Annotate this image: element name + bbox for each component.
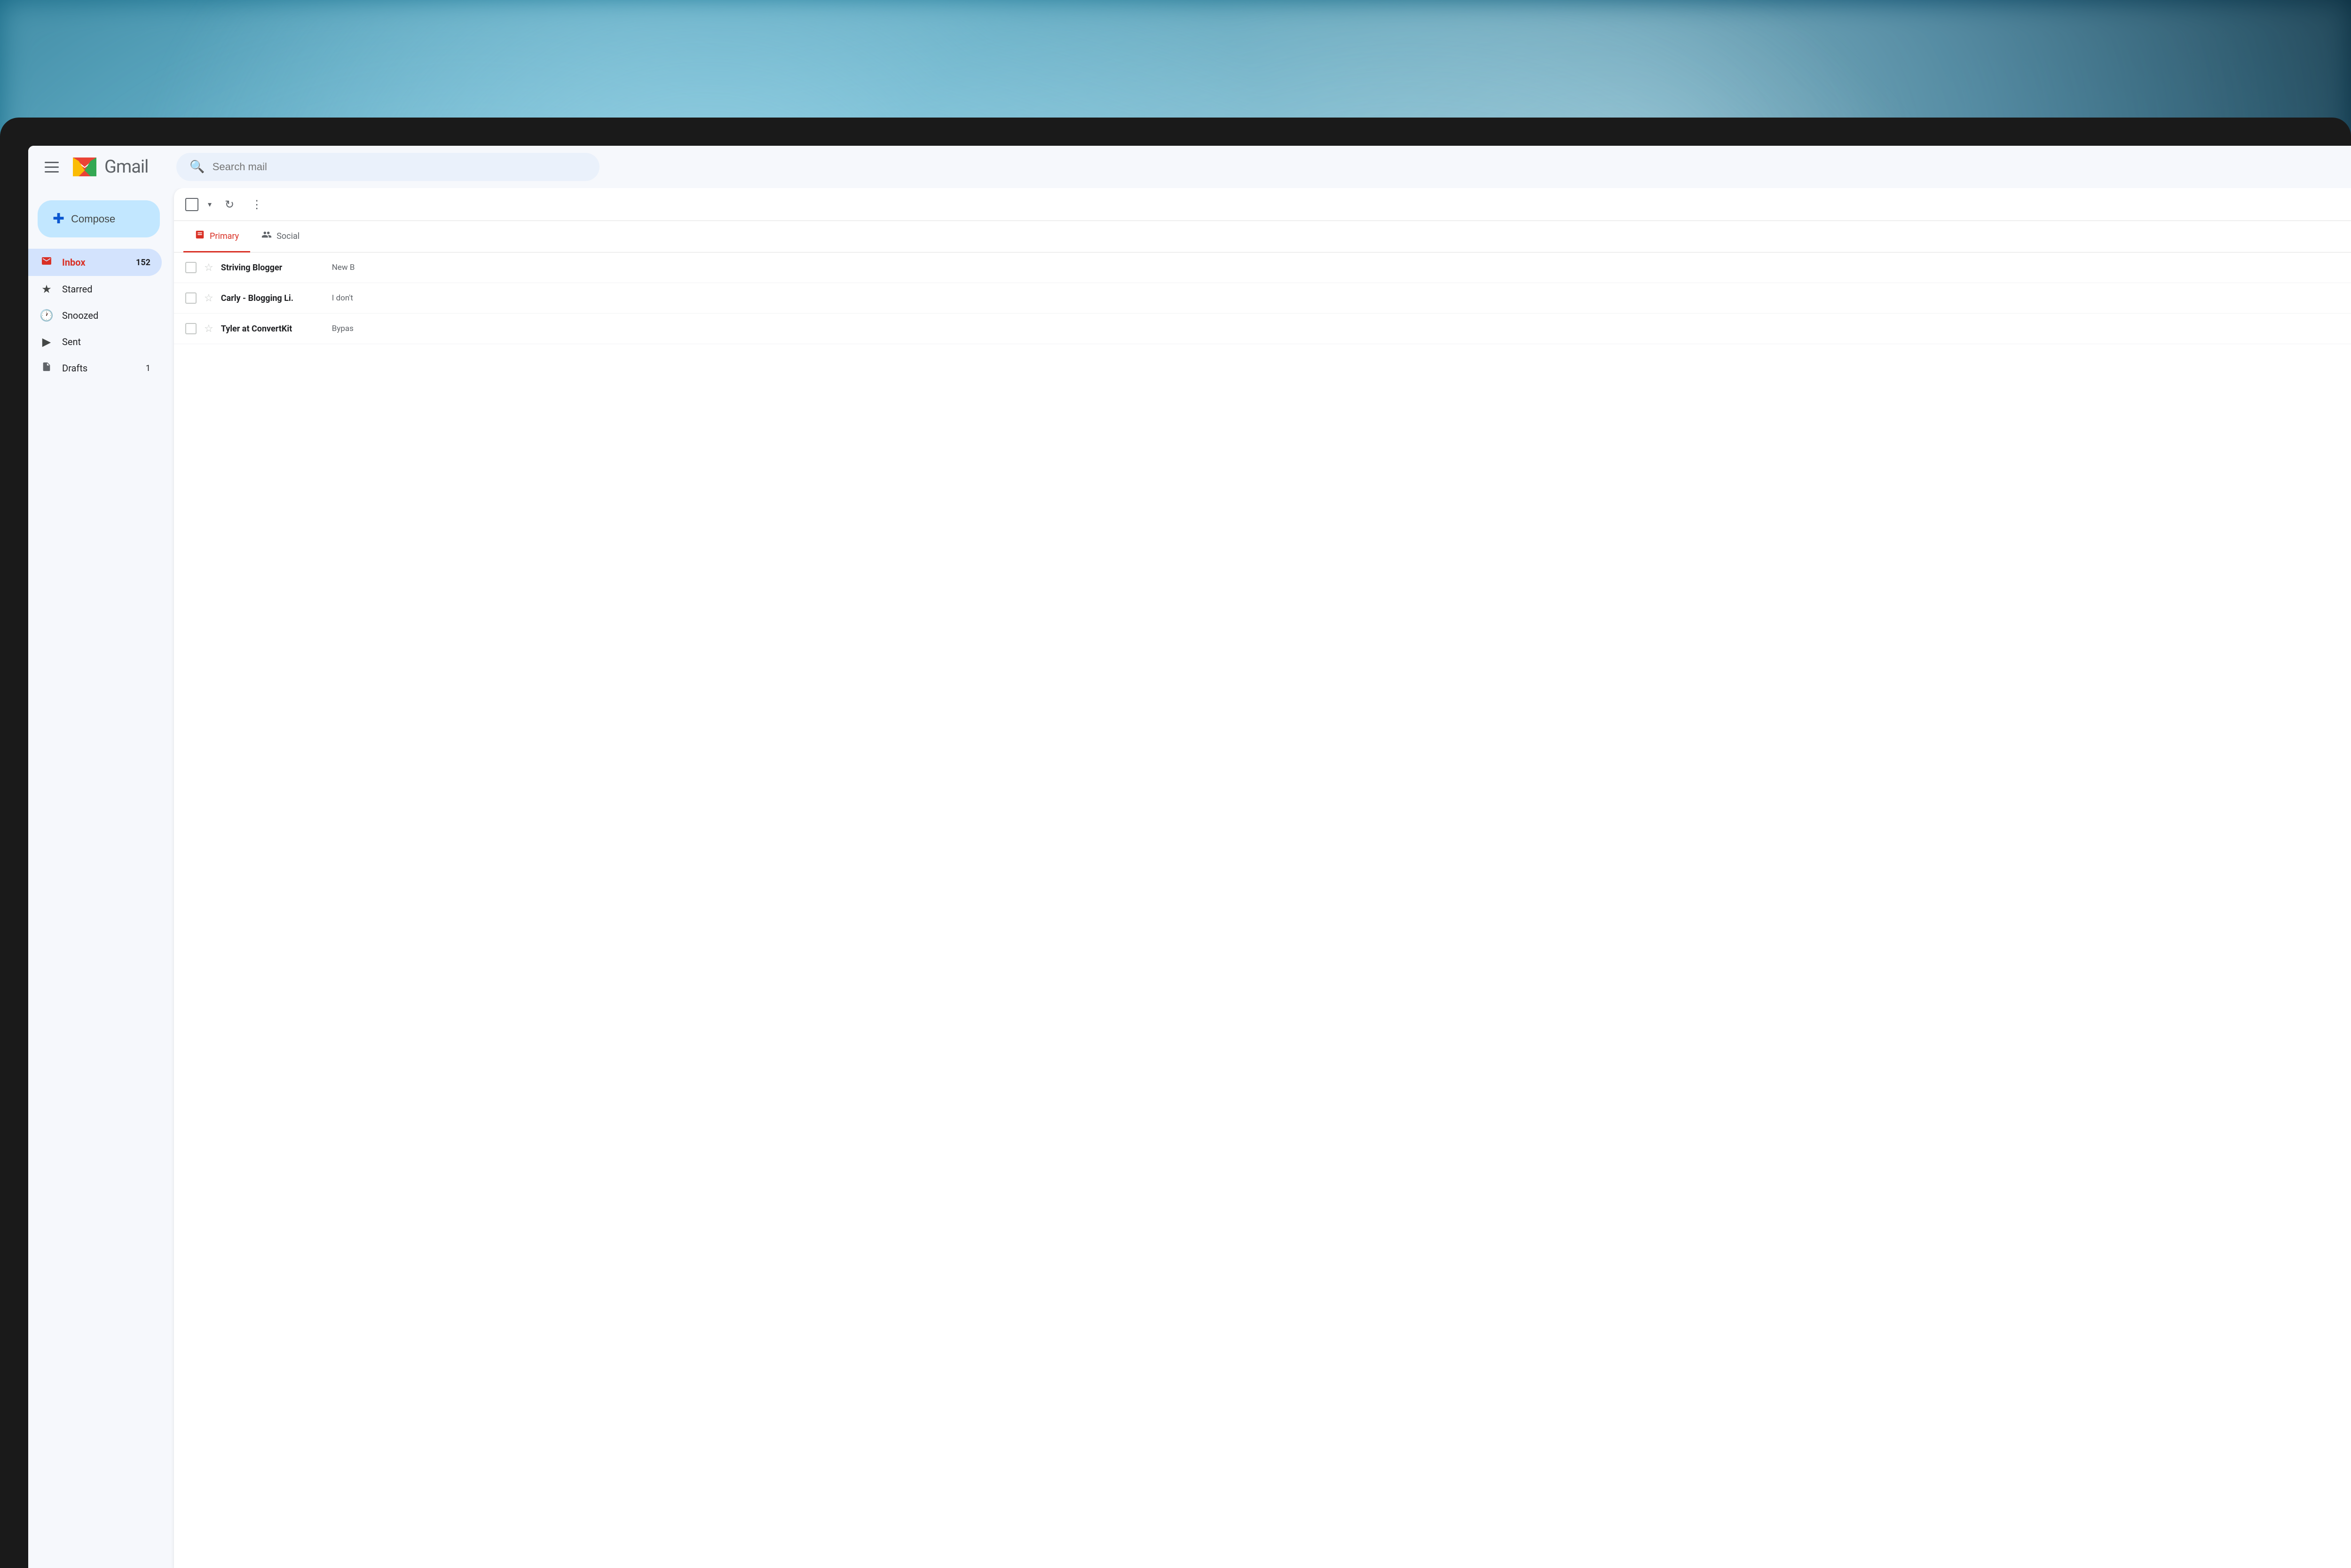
sidebar-item-snoozed[interactable]: 🕐 Snoozed — [28, 302, 162, 329]
email-preview: New B — [332, 263, 2340, 272]
laptop-frame: Gmail 🔍 ✚ Compose — [0, 118, 2351, 1568]
tab-primary[interactable]: Primary — [183, 221, 250, 252]
email-checkbox[interactable] — [185, 262, 197, 273]
gmail-header: Gmail 🔍 — [28, 146, 2351, 188]
more-options-icon[interactable]: ⋮ — [247, 194, 266, 215]
email-tabs: Primary Social — [174, 221, 2351, 252]
starred-icon: ★ — [39, 283, 54, 296]
starred-label: Starred — [62, 284, 93, 295]
sidebar-item-inbox[interactable]: Inbox 152 — [28, 249, 162, 276]
checkbox-dropdown-icon[interactable]: ▾ — [208, 200, 212, 209]
search-icon: 🔍 — [189, 160, 205, 174]
email-checkbox[interactable] — [185, 292, 197, 304]
search-input[interactable] — [213, 161, 587, 173]
email-sender: Striving Blogger — [221, 263, 324, 273]
sidebar-item-sent[interactable]: ▶ Sent — [28, 329, 162, 355]
drafts-label: Drafts — [62, 362, 87, 374]
email-toolbar: ▾ ↻ ⋮ — [174, 188, 2351, 221]
compose-label: Compose — [71, 213, 115, 225]
sidebar-item-starred[interactable]: ★ Starred — [28, 276, 162, 302]
inbox-label: Inbox — [62, 257, 86, 268]
star-icon[interactable]: ☆ — [204, 262, 213, 274]
inbox-badge: 152 — [136, 258, 150, 268]
email-checkbox[interactable] — [185, 323, 197, 334]
gmail-logo-icon — [71, 153, 99, 181]
snoozed-icon: 🕐 — [39, 309, 54, 322]
email-sender: Tyler at ConvertKit — [221, 324, 324, 334]
gmail-logo-area: Gmail — [71, 153, 148, 181]
sent-label: Sent — [62, 336, 81, 347]
email-list: ☆ Striving Blogger New B ☆ Carly - Blogg… — [174, 252, 2351, 1568]
email-row[interactable]: ☆ Carly - Blogging Li. I don't — [174, 283, 2351, 314]
compose-button[interactable]: ✚ Compose — [38, 200, 160, 237]
refresh-icon[interactable]: ↻ — [221, 194, 238, 215]
drafts-icon — [39, 362, 54, 375]
select-all-checkbox[interactable] — [185, 198, 198, 211]
gmail-app: Gmail 🔍 ✚ Compose — [28, 146, 2351, 1568]
social-tab-label: Social — [276, 231, 300, 241]
snoozed-label: Snoozed — [62, 310, 98, 321]
inbox-icon — [39, 255, 54, 269]
gmail-main: ✚ Compose Inbox 152 ★ Starred — [28, 188, 2351, 1568]
menu-icon[interactable] — [42, 158, 61, 176]
email-preview: I don't — [332, 293, 2340, 303]
search-bar[interactable]: 🔍 — [176, 153, 600, 181]
gmail-title: Gmail — [104, 157, 148, 177]
tab-social[interactable]: Social — [250, 221, 311, 252]
screen-bezel: Gmail 🔍 ✚ Compose — [28, 146, 2351, 1568]
primary-tab-label: Primary — [210, 231, 239, 241]
email-preview: Bypas — [332, 324, 2340, 333]
drafts-badge: 1 — [146, 363, 150, 373]
email-row[interactable]: ☆ Striving Blogger New B — [174, 252, 2351, 283]
email-row[interactable]: ☆ Tyler at ConvertKit Bypas — [174, 314, 2351, 344]
compose-plus-icon: ✚ — [53, 211, 64, 227]
primary-tab-icon — [195, 229, 205, 243]
email-panel: ▾ ↻ ⋮ Primary — [174, 188, 2351, 1568]
sidebar: ✚ Compose Inbox 152 ★ Starred — [28, 188, 169, 1568]
social-tab-icon — [261, 229, 272, 243]
sent-icon: ▶ — [39, 335, 54, 348]
star-icon[interactable]: ☆ — [204, 323, 213, 335]
sidebar-item-drafts[interactable]: Drafts 1 — [28, 355, 162, 381]
star-icon[interactable]: ☆ — [204, 292, 213, 304]
email-sender: Carly - Blogging Li. — [221, 293, 324, 303]
